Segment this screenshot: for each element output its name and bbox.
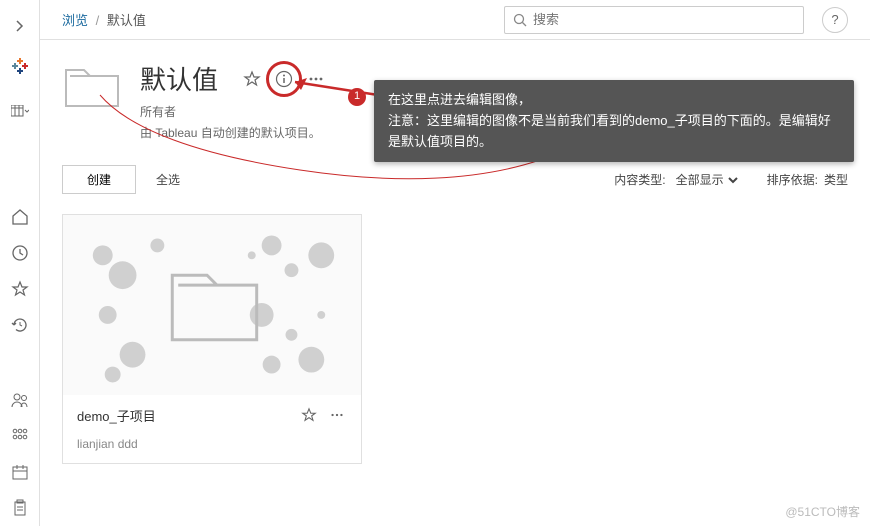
card-title: demo_子项目 — [77, 406, 299, 425]
more-icon[interactable] — [306, 69, 326, 89]
folder-icon — [62, 60, 122, 112]
breadcrumb-sep: / — [96, 13, 100, 28]
history-icon[interactable] — [0, 307, 40, 343]
clipboard-icon[interactable] — [0, 490, 40, 526]
search-box[interactable] — [504, 6, 804, 34]
search-input[interactable] — [533, 12, 795, 27]
filters: 内容类型: 全部显示 排序依据: 类型 — [614, 171, 848, 188]
card-subtitle: lianjian ddd — [63, 437, 361, 463]
toolbar: 创建 全选 内容类型: 全部显示 排序依据: 类型 — [62, 165, 848, 194]
callout-line1: 在这里点进去编辑图像， — [388, 90, 840, 111]
topbar: 浏览 / 默认值 ? — [40, 0, 870, 40]
info-icon[interactable] — [274, 69, 294, 89]
project-card[interactable]: demo_子项目 lianjian ddd — [62, 214, 362, 464]
star-icon[interactable] — [242, 69, 262, 89]
content-type-select[interactable]: 全部显示 — [672, 172, 741, 188]
callout-badge: 1 — [348, 88, 366, 106]
breadcrumb-current: 默认值 — [107, 13, 146, 28]
apps-icon[interactable] — [0, 418, 40, 454]
search-icon — [513, 13, 527, 27]
clock-icon[interactable] — [0, 235, 40, 271]
star-icon[interactable] — [0, 271, 40, 307]
chevron-right-icon[interactable] — [0, 8, 40, 44]
owner-label: 所有者 — [140, 103, 326, 120]
help-icon[interactable]: ? — [822, 7, 848, 33]
card-thumbnail — [63, 215, 361, 395]
breadcrumb-root[interactable]: 浏览 — [62, 13, 88, 28]
annotation-callout: 1 在这里点进去编辑图像， 注意：这里编辑的图像不是当前我们看到的demo_子项… — [374, 80, 854, 162]
select-all-link[interactable]: 全选 — [156, 171, 180, 188]
home-icon[interactable] — [0, 199, 40, 235]
page-title: 默认值 — [140, 60, 218, 97]
grid-dropdown-icon[interactable] — [0, 94, 40, 130]
watermark: @51CTO博客 — [785, 503, 860, 520]
tableau-logo-icon[interactable] — [0, 48, 40, 84]
project-description: 由 Tableau 自动创建的默认项目。 — [140, 124, 326, 141]
content-type-label: 内容类型: — [614, 171, 665, 188]
create-button[interactable]: 创建 — [62, 165, 136, 194]
sort-value[interactable]: 类型 — [824, 171, 848, 188]
sort-label: 排序依据: — [767, 171, 818, 188]
breadcrumb: 浏览 / 默认值 — [62, 10, 496, 29]
star-icon[interactable] — [299, 405, 319, 425]
sidebar — [0, 0, 40, 526]
users-icon[interactable] — [0, 383, 40, 419]
calendar-icon[interactable] — [0, 454, 40, 490]
more-icon[interactable] — [327, 405, 347, 425]
callout-line2: 注意：这里编辑的图像不是当前我们看到的demo_子项目的下面的。是编辑好是默认值… — [388, 111, 840, 153]
